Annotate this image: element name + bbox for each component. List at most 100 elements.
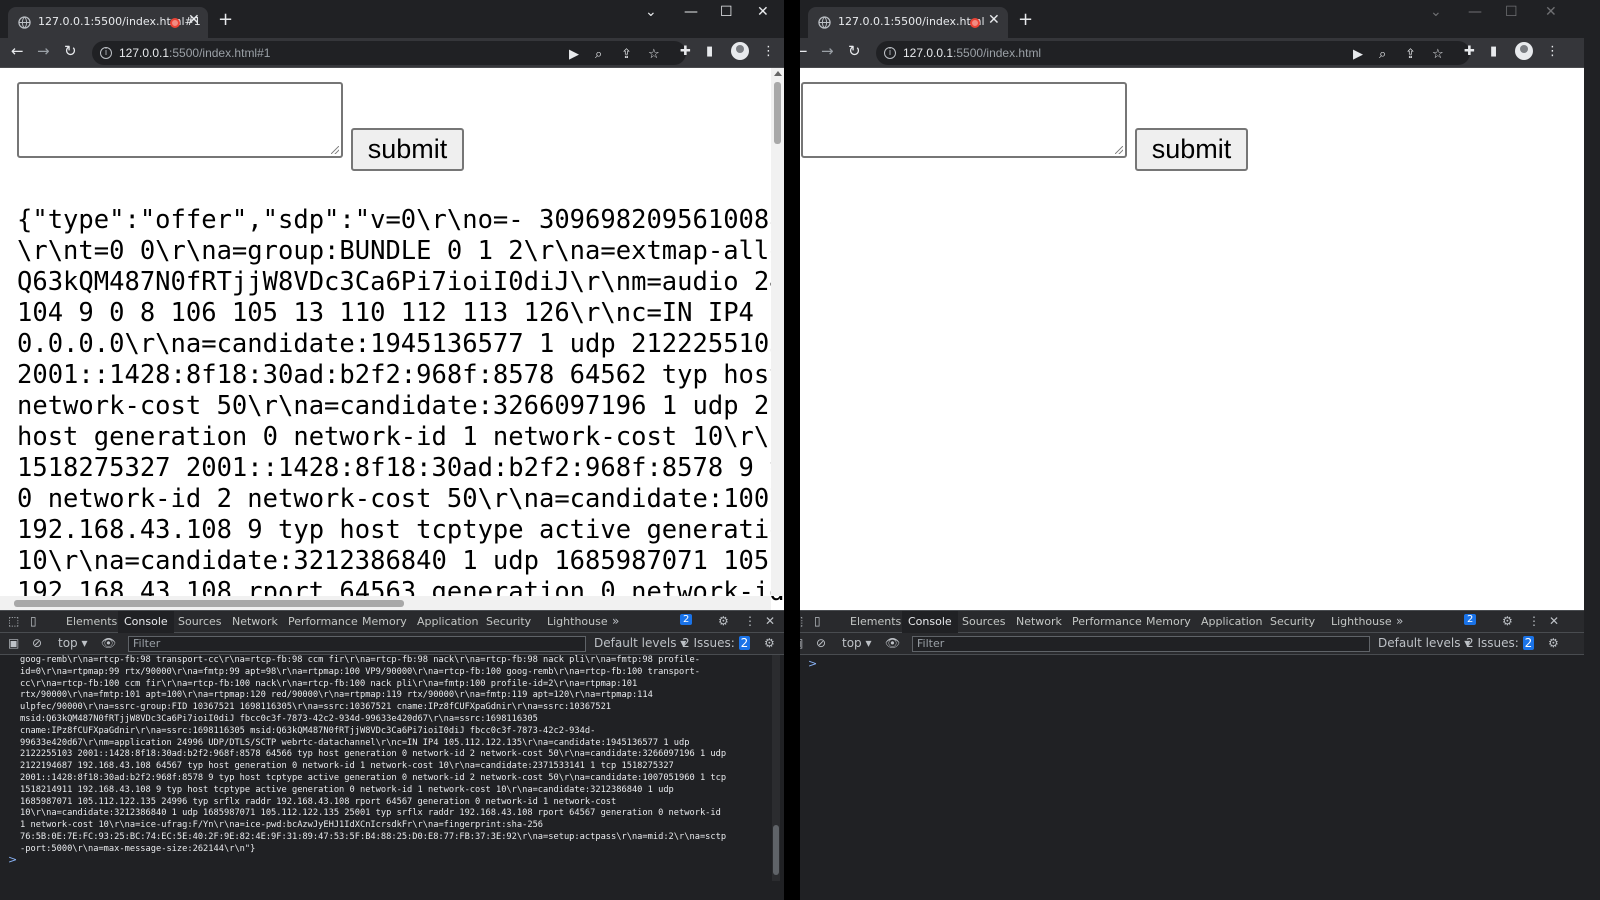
menu-kebab-icon[interactable]: ⋮ — [762, 44, 775, 59]
share-icon[interactable]: ⇪ — [621, 47, 632, 62]
tab-memory[interactable]: Memory — [362, 615, 407, 628]
reload-button[interactable]: ↻ — [64, 42, 77, 60]
browser-tab[interactable]: 127.0.0.1:5500/index.html ✕ — [808, 7, 1008, 38]
log-levels-dropdown[interactable]: Default levels ▾ — [1378, 636, 1470, 650]
browser-toolbar: ← → ↻ i 127.0.0.1:5500/index.html#1 ▶ ⌕ … — [0, 38, 784, 68]
more-tabs-icon[interactable]: » — [1396, 614, 1403, 628]
issues-counter[interactable]: 2 Issues: 2 — [682, 636, 751, 650]
address-bar[interactable]: i 127.0.0.1:5500/index.html ▶ ⌕ ⇪ ☆ — [876, 41, 1470, 65]
more-tabs-icon[interactable]: » — [612, 614, 619, 628]
submit-button[interactable]: submit — [1135, 128, 1248, 171]
console-settings-icon[interactable]: ⚙ — [764, 636, 775, 650]
settings-gear-icon[interactable]: ⚙ — [718, 614, 729, 628]
vertical-scrollbar[interactable] — [771, 68, 784, 596]
console-filter-input[interactable]: Filter — [912, 636, 1370, 652]
tab-console[interactable]: Console — [118, 611, 174, 633]
tab-memory[interactable]: Memory — [1146, 615, 1191, 628]
share-icon[interactable]: ⇪ — [1405, 47, 1416, 62]
issues-counter[interactable]: 2 Issues: 2 — [1466, 636, 1535, 650]
sidebar-toggle-icon[interactable]: ▣ — [800, 636, 803, 650]
tab-network[interactable]: Network — [1016, 615, 1062, 628]
submit-button[interactable]: submit — [351, 128, 464, 171]
inspect-element-icon[interactable]: ⬚ — [800, 614, 803, 628]
close-tab-icon[interactable]: ✕ — [188, 12, 200, 28]
tab-performance[interactable]: Performance — [1072, 615, 1142, 628]
close-tab-icon[interactable]: ✕ — [988, 12, 1000, 28]
menu-kebab-icon[interactable]: ⋮ — [1546, 44, 1559, 59]
browser-toolbar: ← → ↻ i 127.0.0.1:5500/index.html ▶ ⌕ ⇪ … — [800, 38, 1584, 68]
zoom-icon[interactable]: ⌕ — [595, 47, 602, 62]
bookmark-star-icon[interactable]: ☆ — [1432, 47, 1444, 62]
reload-button[interactable]: ↻ — [848, 42, 861, 60]
devtools-menu-icon[interactable]: ⋮ — [744, 614, 756, 628]
site-info-icon[interactable]: i — [100, 47, 112, 59]
tab-lighthouse[interactable]: Lighthouse — [1331, 615, 1392, 628]
close-devtools-icon[interactable]: ✕ — [1549, 614, 1559, 628]
zoom-icon[interactable]: ⌕ — [1379, 47, 1386, 62]
log-levels-dropdown[interactable]: Default levels ▾ — [594, 636, 686, 650]
camera-icon[interactable]: ▶ — [1353, 47, 1363, 62]
tab-security[interactable]: Security — [486, 615, 531, 628]
inspect-element-icon[interactable]: ⬚ — [8, 614, 19, 628]
issues-badge[interactable]: 2 — [1464, 614, 1477, 625]
close-devtools-icon[interactable]: ✕ — [765, 614, 775, 628]
extensions-icon[interactable]: ✚ — [680, 44, 691, 59]
message-textarea[interactable] — [801, 82, 1127, 158]
issues-badge[interactable]: 2 — [680, 614, 693, 625]
console-log-message: goog-remb\r\na=rtcp-fb:98 transport-cc\r… — [20, 655, 727, 854]
back-button[interactable]: ← — [11, 42, 24, 60]
address-bar[interactable]: i 127.0.0.1:5500/index.html#1 ▶ ⌕ ⇪ ☆ — [92, 41, 686, 65]
tab-elements[interactable]: Elements — [66, 615, 117, 628]
site-info-icon[interactable]: i — [884, 47, 896, 59]
context-selector[interactable]: top ▾ — [842, 636, 872, 650]
maximize-button[interactable]: ☐ — [720, 4, 733, 20]
devtools-menu-icon[interactable]: ⋮ — [1528, 614, 1540, 628]
tab-application[interactable]: Application — [1201, 615, 1262, 628]
console-settings-icon[interactable]: ⚙ — [1548, 636, 1559, 650]
forward-button[interactable]: → — [821, 42, 834, 60]
maximize-button[interactable]: ☐ — [1505, 4, 1518, 20]
minimize-button[interactable]: — — [684, 4, 698, 20]
tab-elements[interactable]: Elements — [850, 615, 901, 628]
eye-icon[interactable]: 👁 — [885, 636, 900, 650]
extensions-icon[interactable]: ✚ — [1464, 44, 1475, 59]
side-panel-icon[interactable]: ▮ — [1490, 44, 1497, 59]
clear-console-icon[interactable]: ⊘ — [32, 636, 42, 650]
console-prompt[interactable]: > — [808, 657, 817, 670]
console-scrollbar[interactable] — [772, 655, 780, 881]
context-selector[interactable]: top ▾ — [58, 636, 88, 650]
forward-button[interactable]: → — [37, 42, 50, 60]
new-tab-button[interactable]: + — [1018, 9, 1033, 30]
tab-sources[interactable]: Sources — [962, 615, 1006, 628]
tab-lighthouse[interactable]: Lighthouse — [547, 615, 608, 628]
console-prompt[interactable]: > — [8, 853, 17, 866]
new-tab-button[interactable]: + — [218, 9, 233, 30]
close-window-button[interactable]: ✕ — [757, 4, 769, 20]
sidebar-toggle-icon[interactable]: ▣ — [8, 636, 19, 650]
camera-icon[interactable]: ▶ — [569, 47, 579, 62]
tab-sources[interactable]: Sources — [178, 615, 222, 628]
browser-tab[interactable]: 127.0.0.1:5500/index.html#1 ✕ — [8, 7, 208, 38]
profile-avatar[interactable] — [1515, 42, 1533, 60]
message-textarea[interactable] — [17, 82, 343, 158]
tab-search-icon[interactable]: ⌄ — [645, 4, 657, 20]
device-toggle-icon[interactable]: ▯ — [814, 614, 821, 628]
tab-search-icon[interactable]: ⌄ — [1430, 4, 1442, 20]
tab-application[interactable]: Application — [417, 615, 478, 628]
back-button[interactable]: ← — [800, 42, 808, 60]
console-filter-input[interactable]: Filter — [128, 636, 586, 652]
minimize-button[interactable]: — — [1468, 4, 1482, 20]
tab-performance[interactable]: Performance — [288, 615, 358, 628]
profile-avatar[interactable] — [731, 42, 749, 60]
tab-console[interactable]: Console — [902, 611, 958, 633]
horizontal-scrollbar[interactable] — [0, 596, 771, 610]
close-window-button[interactable]: ✕ — [1545, 4, 1557, 20]
clear-console-icon[interactable]: ⊘ — [816, 636, 826, 650]
tab-security[interactable]: Security — [1270, 615, 1315, 628]
eye-icon[interactable]: 👁 — [101, 636, 116, 650]
tab-network[interactable]: Network — [232, 615, 278, 628]
side-panel-icon[interactable]: ▮ — [706, 44, 713, 59]
bookmark-star-icon[interactable]: ☆ — [648, 47, 660, 62]
settings-gear-icon[interactable]: ⚙ — [1502, 614, 1513, 628]
device-toggle-icon[interactable]: ▯ — [30, 614, 37, 628]
